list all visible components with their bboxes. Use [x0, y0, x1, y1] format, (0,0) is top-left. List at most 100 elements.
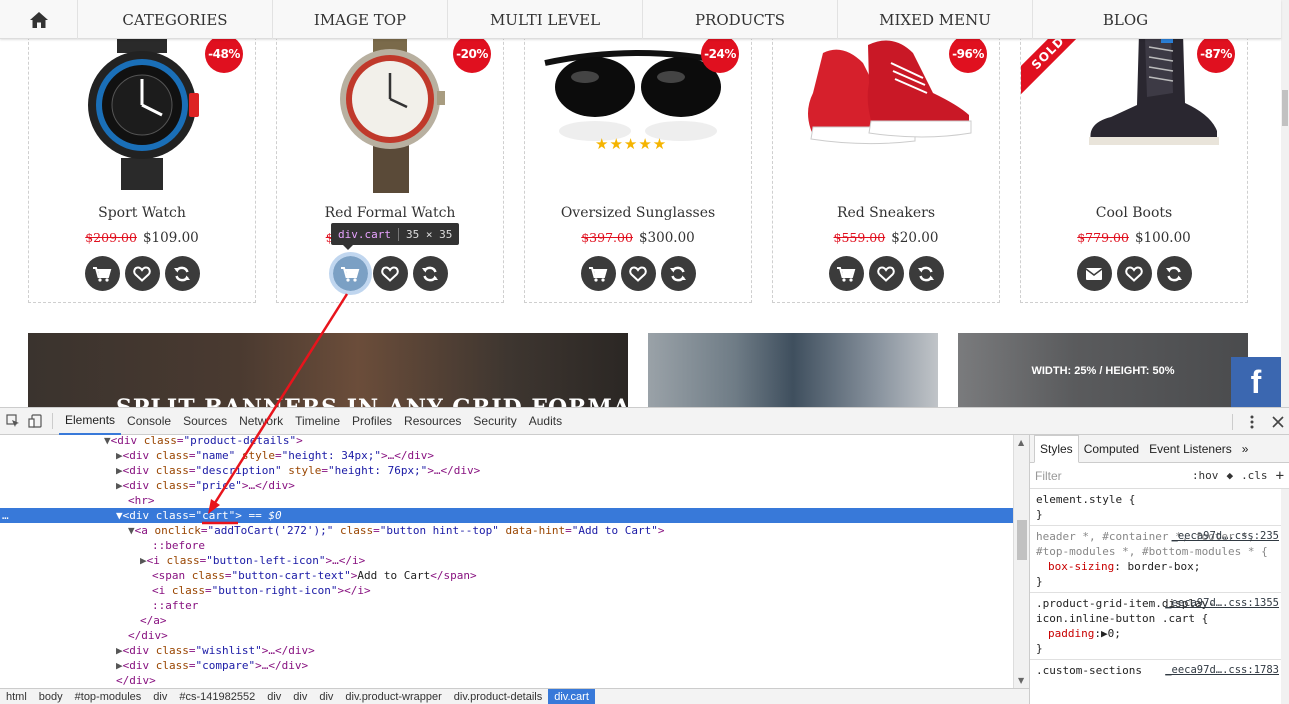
- elements-dom-tree[interactable]: ▼<div class="product-details"> ▶<div cla…: [0, 435, 1013, 688]
- compare-button[interactable]: [660, 256, 696, 291]
- breadcrumb-item[interactable]: body: [33, 689, 69, 704]
- rating-stars: ★★★★★: [595, 135, 668, 153]
- breadcrumb-item[interactable]: #cs-141982552: [173, 689, 261, 704]
- banner-left[interactable]: SPLIT BANNERS IN ANY GRID FORMAT: [28, 333, 628, 407]
- product-price: $397.00 $300.00: [525, 230, 751, 246]
- dom-line[interactable]: ▼<a onclick="addToCart('272');" class="b…: [0, 523, 1013, 538]
- nav-item-image-top[interactable]: IMAGE TOP: [273, 0, 448, 39]
- dom-line[interactable]: </a>: [0, 613, 1013, 628]
- breadcrumb-item[interactable]: div.product-wrapper: [339, 689, 447, 704]
- dom-line-selected[interactable]: … ▼<div class="cart"> == $0: [0, 508, 1013, 523]
- wishlist-button[interactable]: [372, 256, 408, 291]
- add-to-cart-button[interactable]: [84, 256, 120, 291]
- tab-computed[interactable]: Computed: [1079, 435, 1144, 462]
- dom-line[interactable]: ▼<div class="product-details">: [0, 435, 1013, 448]
- tab-resources[interactable]: Resources: [398, 408, 467, 435]
- tab-security[interactable]: Security: [467, 408, 522, 435]
- close-devtools-button[interactable]: [1267, 411, 1289, 433]
- facebook-button[interactable]: f: [1231, 357, 1281, 407]
- nav-item-mixed-menu[interactable]: MIXED MENU: [838, 0, 1033, 39]
- dom-line[interactable]: ::before: [0, 538, 1013, 553]
- product-name[interactable]: Sport Watch: [29, 205, 255, 221]
- hov-toggle[interactable]: :hov: [1192, 469, 1219, 482]
- product-name[interactable]: Red Formal Watch: [277, 205, 503, 221]
- tab-styles[interactable]: Styles: [1034, 435, 1079, 463]
- add-to-cart-button[interactable]: [580, 256, 616, 291]
- css-source-link[interactable]: _eeca97d….css:235: [1172, 529, 1279, 544]
- wishlist-button[interactable]: [868, 256, 904, 291]
- tab-network[interactable]: Network: [233, 408, 289, 435]
- wishlist-button[interactable]: [620, 256, 656, 291]
- product-image[interactable]: -20%: [277, 23, 503, 199]
- breadcrumb-item[interactable]: html: [0, 689, 33, 704]
- product-name[interactable]: Red Sneakers: [773, 205, 999, 221]
- elements-scrollbar[interactable]: ▲ ▼: [1013, 435, 1029, 688]
- css-source-link[interactable]: _eeca97d….css:1355: [1165, 596, 1279, 611]
- dom-line[interactable]: ▶<i class="button-left-icon">…</i>: [0, 553, 1013, 568]
- breadcrumb-item[interactable]: div: [287, 689, 313, 704]
- device-mode-button[interactable]: [24, 410, 46, 432]
- breadcrumb-item[interactable]: #top-modules: [69, 689, 148, 704]
- more-tabs-icon[interactable]: »: [1237, 435, 1254, 462]
- nav-item-multi-level[interactable]: MULTI LEVEL: [448, 0, 643, 39]
- nav-item-categories[interactable]: CATEGORIES: [78, 0, 273, 39]
- wishlist-button[interactable]: [124, 256, 160, 291]
- tab-profiles[interactable]: Profiles: [346, 408, 398, 435]
- add-to-cart-button[interactable]: [328, 252, 372, 295]
- tab-audits[interactable]: Audits: [523, 408, 568, 435]
- styles-scrollbar[interactable]: [1281, 489, 1289, 704]
- dom-line[interactable]: ▶<div class="name" style="height: 34px;"…: [0, 448, 1013, 463]
- breadcrumb-item[interactable]: div: [147, 689, 173, 704]
- dom-line[interactable]: ::after: [0, 598, 1013, 613]
- product-image[interactable]: -24% ★★★★★: [525, 23, 751, 199]
- dom-line[interactable]: <hr>: [0, 493, 1013, 508]
- dom-line[interactable]: </div>: [0, 628, 1013, 643]
- more-options-button[interactable]: [1241, 411, 1263, 433]
- styles-filter-input[interactable]: Filter: [1035, 469, 1184, 483]
- compare-button[interactable]: [908, 256, 944, 291]
- wishlist-button[interactable]: [1116, 256, 1152, 291]
- dom-line[interactable]: ▶<div class="wishlist">…</div>: [0, 643, 1013, 658]
- tab-console[interactable]: Console: [121, 408, 177, 435]
- css-source-link[interactable]: _eeca97d….css:1783: [1165, 663, 1279, 678]
- breadcrumb-item[interactable]: div: [261, 689, 287, 704]
- product-name[interactable]: Cool Boots: [1021, 205, 1247, 221]
- tab-sources[interactable]: Sources: [177, 408, 233, 435]
- compare-button[interactable]: [412, 256, 448, 291]
- css-rule[interactable]: element.style { }: [1030, 489, 1289, 526]
- css-rule[interactable]: _eeca97d….css:1783 .custom-sections: [1030, 660, 1289, 681]
- product-actions: [773, 256, 999, 291]
- breadcrumb-item[interactable]: div.product-details: [448, 689, 548, 704]
- dom-line[interactable]: ▶<div class="compare">…</div>: [0, 658, 1013, 673]
- tab-timeline[interactable]: Timeline: [289, 408, 346, 435]
- product-image[interactable]: -48%: [29, 23, 255, 199]
- dom-line[interactable]: ▶<div class="price">…</div>: [0, 478, 1013, 493]
- color-format-icon[interactable]: ◆: [1226, 469, 1233, 482]
- nav-home-button[interactable]: [0, 0, 78, 39]
- dom-line[interactable]: <i class="button-right-icon"></i>: [0, 583, 1013, 598]
- breadcrumb-item[interactable]: div: [313, 689, 339, 704]
- banner-middle[interactable]: [648, 333, 938, 407]
- page-scrollbar[interactable]: [1281, 0, 1289, 407]
- add-rule-button[interactable]: +: [1276, 468, 1284, 484]
- nav-item-blog[interactable]: BLOG: [1033, 0, 1218, 39]
- nav-item-products[interactable]: PRODUCTS: [643, 0, 838, 39]
- contact-button[interactable]: [1076, 256, 1112, 291]
- product-image[interactable]: -96%: [773, 23, 999, 199]
- css-rule[interactable]: _eeca97d….css:235 header *, #container *…: [1030, 526, 1289, 593]
- tab-event-listeners[interactable]: Event Listeners: [1144, 435, 1237, 462]
- cls-toggle[interactable]: .cls: [1241, 469, 1268, 482]
- tab-elements[interactable]: Elements: [59, 408, 122, 435]
- css-rule[interactable]: _eeca97d….css:1355 .product-grid-item.di…: [1030, 593, 1289, 660]
- compare-button[interactable]: [1156, 256, 1192, 291]
- dom-line[interactable]: </div>: [0, 673, 1013, 688]
- product-name[interactable]: Oversized Sunglasses: [525, 205, 751, 221]
- compare-button[interactable]: [164, 256, 200, 291]
- breadcrumb-item-active[interactable]: div.cart: [548, 688, 595, 704]
- dom-line[interactable]: <span class="button-cart-text">Add to Ca…: [0, 568, 1013, 583]
- add-to-cart-button[interactable]: [828, 256, 864, 291]
- banner-right[interactable]: WIDTH: 25% / HEIGHT: 50%: [958, 333, 1248, 407]
- product-image[interactable]: SOLD -87%: [1021, 23, 1247, 199]
- dom-line[interactable]: ▶<div class="description" style="height:…: [0, 463, 1013, 478]
- inspect-element-button[interactable]: [2, 410, 24, 432]
